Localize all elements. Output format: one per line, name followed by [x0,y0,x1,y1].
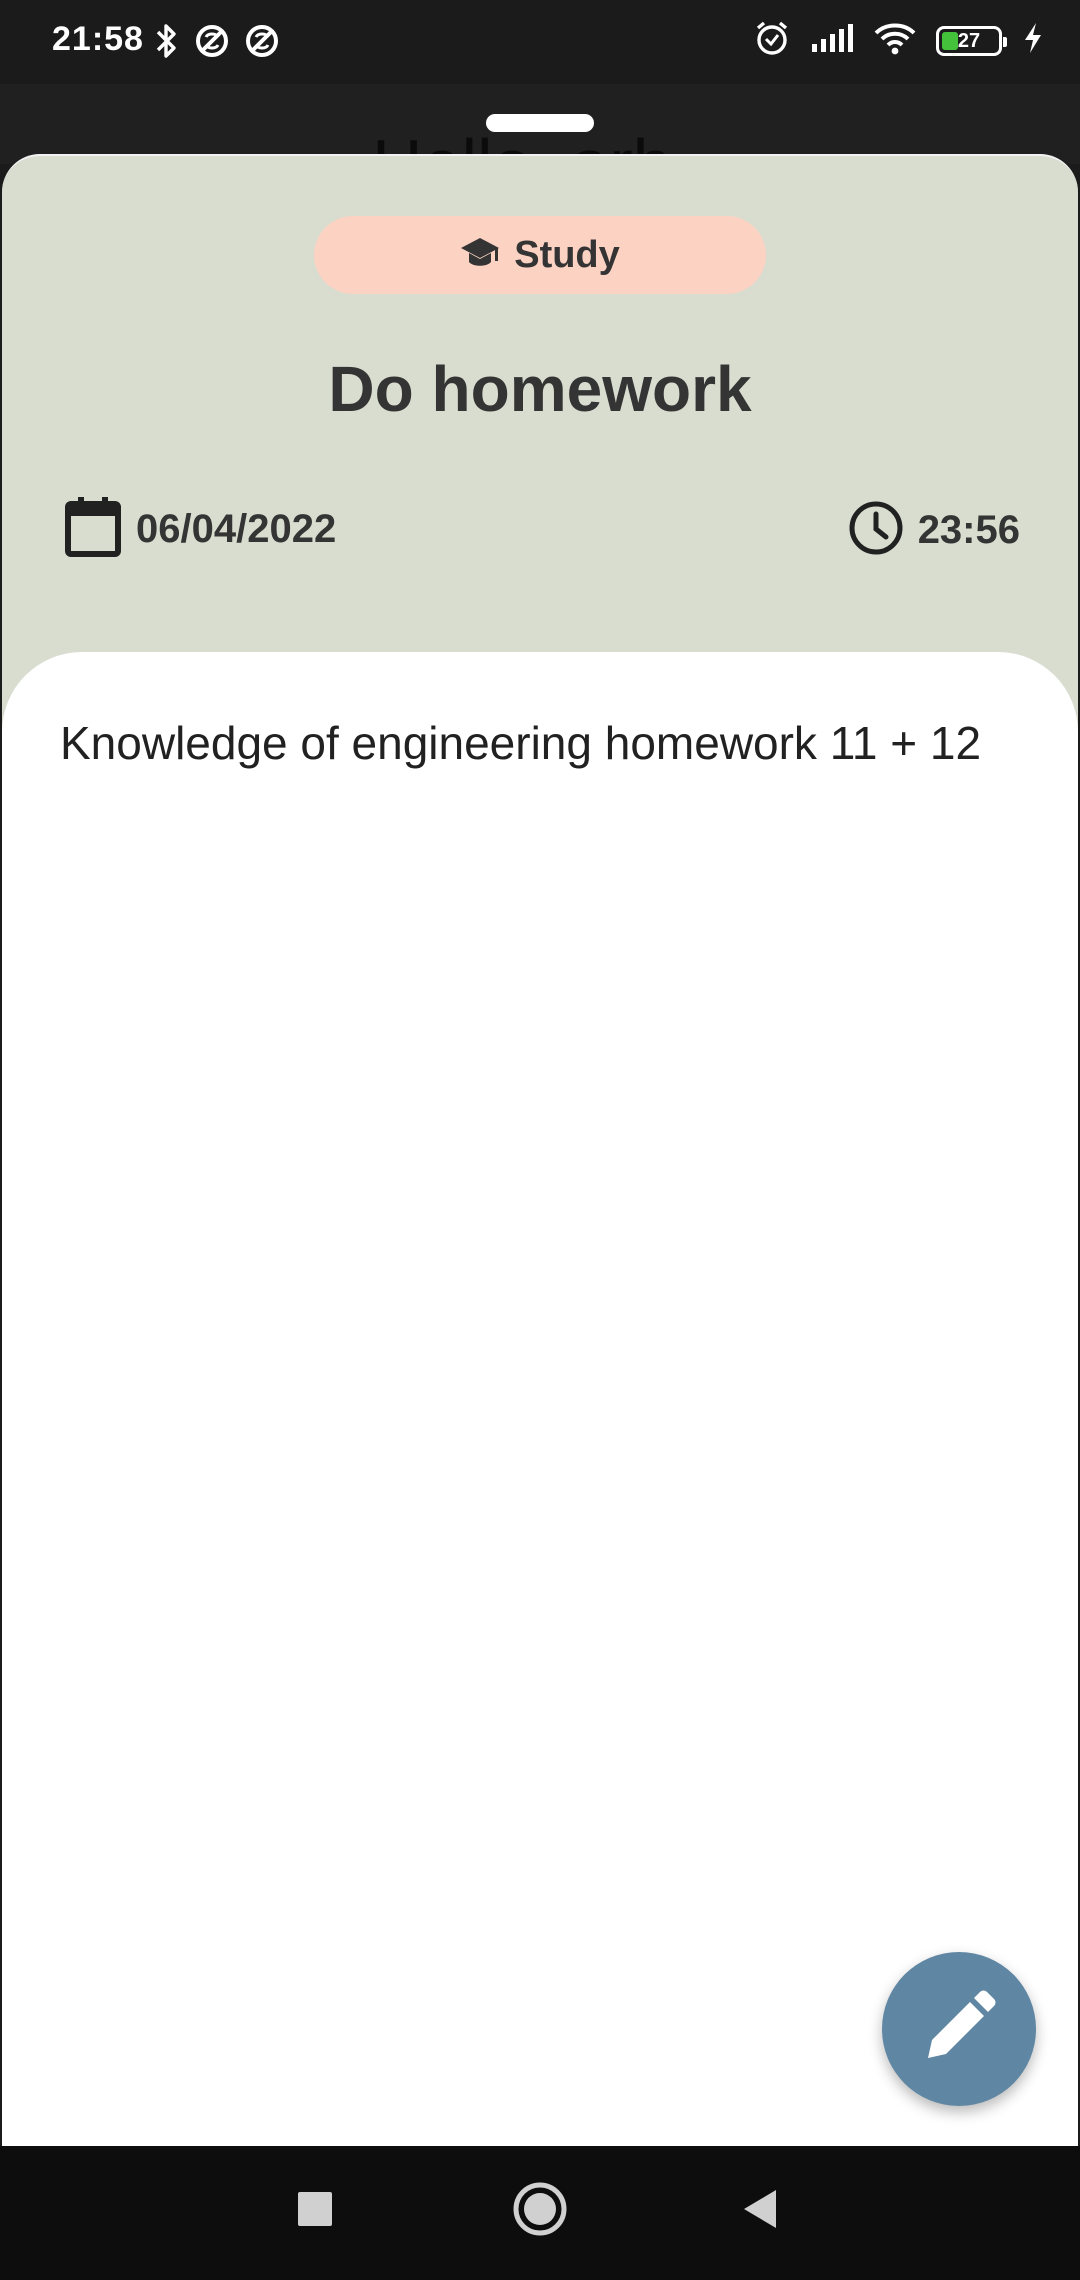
description-card: Knowledge of engineering homework 11 + 1… [2,652,1078,2146]
sheet-drag-handle[interactable] [486,114,594,132]
system-nav-bar [0,2146,1080,2280]
sync-off-icon [244,23,280,64]
task-date-text: 06/04/2022 [136,507,337,551]
status-left-icons [154,22,280,65]
home-button[interactable] [505,2176,575,2246]
task-time-text: 23:56 [917,508,1020,552]
cell-signal-icon [810,22,854,59]
battery-icon: 27 [936,25,1007,56]
task-detail-sheet: Study Do homework 06/04/2022 23:56 Knowl… [2,154,1078,2146]
bluetooth-icon [154,22,180,65]
clock-icon [848,500,904,561]
status-time: 21:58 [52,20,144,58]
graduation-cap-icon [460,236,500,275]
edit-task-button[interactable] [882,1952,1036,2106]
task-title: Do homework [328,353,752,425]
status-right-icons: 27 [754,20,1044,61]
back-triangle-icon [740,2187,780,2236]
category-chip: Study [314,216,766,294]
sync-off-icon [194,23,230,64]
battery-cap [1003,36,1007,47]
recents-button[interactable] [280,2176,350,2246]
battery-level: 27 [957,29,981,52]
square-icon [297,2191,333,2232]
edit-pencil-icon [920,1988,998,2071]
charging-icon [1022,21,1044,60]
task-description: Knowledge of engineering homework 11 + 1… [60,717,982,769]
category-label: Study [514,233,620,276]
status-bar: 21:58 27 [0,0,1080,84]
task-time: 23:56 [848,500,1020,561]
alarm-icon [754,20,790,61]
calendar-icon [64,496,122,563]
circle-icon [512,2181,568,2242]
back-button[interactable] [725,2176,795,2246]
task-date: 06/04/2022 [64,496,336,563]
wifi-icon [874,21,916,60]
